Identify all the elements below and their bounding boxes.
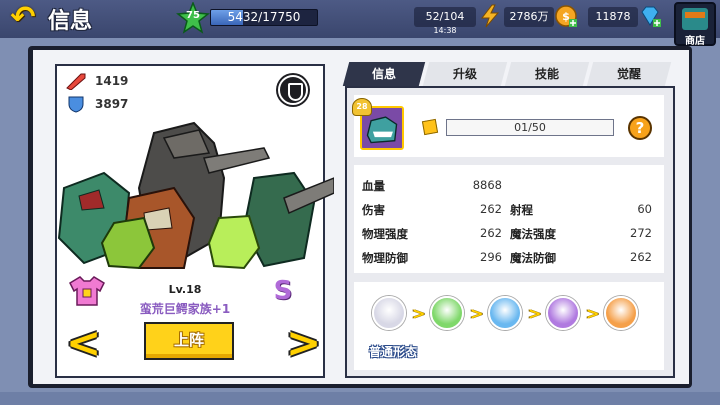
shard-icon [421, 118, 439, 136]
hp-label: 血量 [362, 179, 385, 193]
tab-info[interactable]: 信息 [342, 62, 426, 86]
deploy-button[interactable]: 上阵 [144, 322, 234, 360]
defense-value: 3897 [95, 97, 129, 111]
evolution-arrow-icon: > [586, 304, 600, 323]
attack-row: 1419 [65, 72, 128, 90]
magic-defense-label: 魔法防御 [510, 251, 556, 265]
shop-label: 商店 [685, 36, 705, 47]
physical-power-value: 262 [480, 226, 502, 240]
magic-defense-value: 262 [630, 250, 652, 264]
exp-bar: 5432/17750 [210, 9, 318, 26]
back-button[interactable]: ↶ [6, 2, 40, 34]
shop-button[interactable]: 商店 [674, 2, 716, 47]
tab-awaken[interactable]: 觉醒 [586, 62, 672, 86]
gold-coin-icon[interactable]: $ [554, 4, 578, 28]
energy-counter: 52/104 [414, 7, 476, 27]
energy-icon[interactable] [478, 4, 502, 28]
portrait-level-badge: 28 [352, 98, 372, 116]
purple-demon-icon[interactable] [546, 296, 580, 330]
magic-power-value: 272 [630, 226, 652, 240]
hero-name: 蛮荒巨鳄家族+1 [139, 302, 231, 316]
hp-value: 8868 [472, 178, 502, 192]
tab-info-label: 信息 [371, 67, 396, 81]
range-label: 射程 [510, 203, 533, 217]
physical-defense-label: 物理防御 [362, 251, 408, 265]
prev-hero-button[interactable]: < [66, 322, 101, 364]
defense-row: 3897 [65, 95, 128, 113]
evolution-arrow-icon: > [528, 304, 542, 323]
energy-timer: 14:38 [433, 26, 457, 35]
damage-label: 伤害 [362, 203, 385, 217]
gem-counter: 11878 [588, 7, 638, 27]
page-title: 信息 [48, 9, 93, 34]
evolution-form-label: 普通形态 [368, 345, 417, 359]
magic-power-label: 魔法强度 [510, 227, 556, 241]
gem-icon[interactable] [638, 4, 662, 28]
tab-awaken-label: 觉醒 [616, 67, 641, 81]
attack-value: 1419 [95, 74, 129, 88]
svg-text:$: $ [562, 10, 570, 23]
tab-skills-label: 技能 [534, 67, 559, 81]
blue-demon-icon[interactable] [488, 296, 522, 330]
evolution-arrow-icon: > [412, 304, 426, 323]
tab-upgrade[interactable]: 升级 [422, 62, 508, 86]
shield-icon [68, 96, 84, 113]
lock-shield-button[interactable] [278, 75, 308, 105]
rarity-badge: S [273, 276, 293, 306]
player-level: 75 [186, 10, 200, 21]
bottom-strip [0, 392, 720, 405]
sword-icon [66, 73, 86, 90]
physical-power-label: 物理强度 [362, 227, 408, 241]
gold-counter: 2786万 [504, 7, 554, 27]
physical-defense-value: 296 [480, 250, 502, 264]
green-demon-icon[interactable] [430, 296, 464, 330]
damage-value: 262 [480, 202, 502, 216]
evolution-arrow-icon: > [470, 304, 484, 323]
hero-level: Lv.18 [168, 283, 202, 296]
next-hero-button[interactable]: > [286, 322, 321, 364]
tab-upgrade-label: 升级 [452, 67, 477, 81]
costume-shirt-icon[interactable] [68, 275, 106, 307]
orange-demon-icon[interactable] [604, 296, 638, 330]
white-demon-icon[interactable] [372, 296, 406, 330]
shop-icon [682, 8, 708, 30]
hero-crocodile-family-image [57, 121, 334, 270]
range-value: 60 [637, 202, 652, 216]
tab-bar: 信息 升级 技能 觉醒 [338, 62, 678, 86]
shard-progress: 01/50 [446, 119, 614, 136]
exp-text: 5432/17750 [227, 10, 301, 24]
tab-skills[interactable]: 技能 [504, 62, 590, 86]
help-button[interactable]: ? [628, 116, 652, 140]
